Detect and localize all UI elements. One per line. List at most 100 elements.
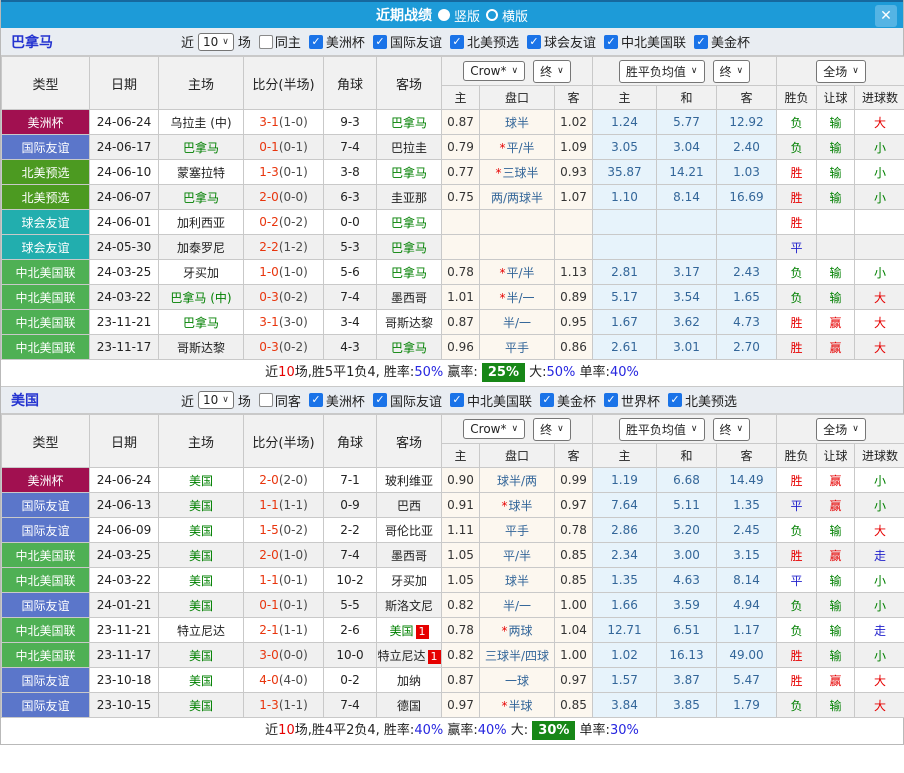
handicap-result: 赢 [817, 335, 855, 360]
summary-segment: 单率: [575, 723, 610, 738]
league-checkbox[interactable]: ✓ [694, 35, 708, 49]
period-select[interactable]: 全场∨ [816, 418, 866, 441]
home-odds: 0.82 [442, 593, 480, 618]
match-type-badge: 国际友谊 [2, 693, 90, 718]
sub-header-away-odds: 客 [555, 86, 593, 110]
summary-segment: 40% [610, 365, 639, 380]
away-team: 巴拿马 [377, 160, 442, 185]
away-team: 特立尼达1 [377, 643, 442, 668]
sub-header-avg-away: 客 [717, 444, 777, 468]
corner-score: 7-4 [324, 285, 377, 310]
winloss-result: 负 [777, 693, 817, 718]
goals-result: 小 [855, 160, 904, 185]
vertical-layout-radio[interactable] [438, 9, 450, 21]
score-cell: 3-1(3-0) [244, 310, 324, 335]
match-count-select[interactable]: 10∨ [198, 391, 234, 409]
summary-segment: 10 [278, 365, 295, 380]
home-odds: 0.87 [442, 668, 480, 693]
match-date: 24-06-07 [90, 185, 159, 210]
match-type-badge: 美洲杯 [2, 110, 90, 135]
same-venue-checkbox[interactable] [259, 393, 273, 407]
col-header-home: 主场 [159, 57, 244, 110]
home-team: 美国 [159, 568, 244, 593]
goals-result: 小 [855, 185, 904, 210]
league-checkbox[interactable]: ✓ [309, 393, 323, 407]
home-odds: 0.96 [442, 335, 480, 360]
league-checkbox[interactable]: ✓ [604, 393, 618, 407]
league-checkbox[interactable]: ✓ [373, 393, 387, 407]
match-type-badge: 国际友谊 [2, 668, 90, 693]
avg-select[interactable]: 胜平负均值∨ [619, 60, 705, 83]
home-odds: 0.77 [442, 160, 480, 185]
avg-time-select[interactable]: 终∨ [713, 60, 751, 83]
avg-select[interactable]: 胜平负均值∨ [619, 418, 705, 441]
avg-draw: 6.51 [657, 618, 717, 643]
match-date: 24-03-25 [90, 260, 159, 285]
bookmaker-select[interactable]: Crow*∨ [463, 419, 525, 439]
period-select[interactable]: 全场∨ [816, 60, 866, 83]
avg-time-select[interactable]: 终∨ [713, 418, 751, 441]
chevron-down-icon: ∨ [737, 66, 744, 76]
winloss-result: 负 [777, 135, 817, 160]
score-cell: 0-1(0-1) [244, 135, 324, 160]
horizontal-layout-radio[interactable] [486, 9, 498, 21]
table-row: 球会友谊24-05-30加泰罗尼2-2(1-2)5-3巴拿马平 [2, 235, 904, 260]
avg-draw [657, 235, 717, 260]
away-odds: 1.04 [555, 618, 593, 643]
sub-header-avg-away: 客 [717, 86, 777, 110]
handicap-result: 输 [817, 518, 855, 543]
bookmaker-select[interactable]: Crow*∨ [463, 61, 525, 81]
match-type-badge: 球会友谊 [2, 210, 90, 235]
league-checkbox[interactable]: ✓ [527, 35, 541, 49]
close-icon[interactable]: ✕ [875, 5, 897, 27]
avg-home: 1.66 [593, 593, 657, 618]
league-checkbox[interactable]: ✓ [604, 35, 618, 49]
home-odds: 0.82 [442, 643, 480, 668]
same-venue-checkbox[interactable] [259, 35, 273, 49]
score-cell: 0-1(0-1) [244, 593, 324, 618]
avg-away [717, 210, 777, 235]
home-odds: 1.01 [442, 285, 480, 310]
sub-header-winloss: 胜负 [777, 444, 817, 468]
handicap-result: 输 [817, 110, 855, 135]
avg-home: 3.84 [593, 693, 657, 718]
league-checkbox[interactable]: ✓ [450, 35, 464, 49]
away-team: 巴拿马 [377, 335, 442, 360]
sub-header-avg-home: 主 [593, 444, 657, 468]
sub-header-avg-home: 主 [593, 86, 657, 110]
avg-draw: 16.13 [657, 643, 717, 668]
goals-result [855, 235, 904, 260]
match-date: 24-06-01 [90, 210, 159, 235]
section-filter-bar: 美国 近 10∨ 场 同客 ✓美洲杯✓国际友谊✓中北美国联✓美金杯✓世界杯✓北美… [1, 386, 903, 414]
away-team: 牙买加 [377, 568, 442, 593]
corner-score: 3-4 [324, 310, 377, 335]
odds-time-select[interactable]: 终∨ [533, 60, 571, 83]
avg-home: 2.81 [593, 260, 657, 285]
league-checkbox[interactable]: ✓ [450, 393, 464, 407]
chevron-down-icon: ∨ [222, 37, 229, 47]
avg-draw: 3.17 [657, 260, 717, 285]
sub-header-home-odds: 主 [442, 86, 480, 110]
handicap-result: 输 [817, 593, 855, 618]
goals-result: 大 [855, 518, 904, 543]
avg-away: 1.35 [717, 493, 777, 518]
avg-draw: 3.20 [657, 518, 717, 543]
handicap-line: 一球 [480, 668, 555, 693]
table-row: 中北美国联24-03-22巴拿马 (中)0-3(0-2)7-4墨西哥1.01*半… [2, 285, 904, 310]
match-type-badge: 球会友谊 [2, 235, 90, 260]
summary-segment: 近 [265, 723, 278, 738]
corner-score: 0-0 [324, 210, 377, 235]
chevron-down-icon: ∨ [512, 424, 519, 434]
avg-draw: 3.85 [657, 693, 717, 718]
avg-home: 1.19 [593, 468, 657, 493]
odds-time-select[interactable]: 终∨ [533, 418, 571, 441]
league-checkbox[interactable]: ✓ [373, 35, 387, 49]
league-checkbox[interactable]: ✓ [540, 393, 554, 407]
handicap-result: 赢 [817, 543, 855, 568]
away-odds: 0.93 [555, 160, 593, 185]
league-checkbox[interactable]: ✓ [309, 35, 323, 49]
avg-draw: 4.63 [657, 568, 717, 593]
winloss-result: 平 [777, 235, 817, 260]
league-checkbox[interactable]: ✓ [668, 393, 682, 407]
match-count-select[interactable]: 10∨ [198, 33, 234, 51]
